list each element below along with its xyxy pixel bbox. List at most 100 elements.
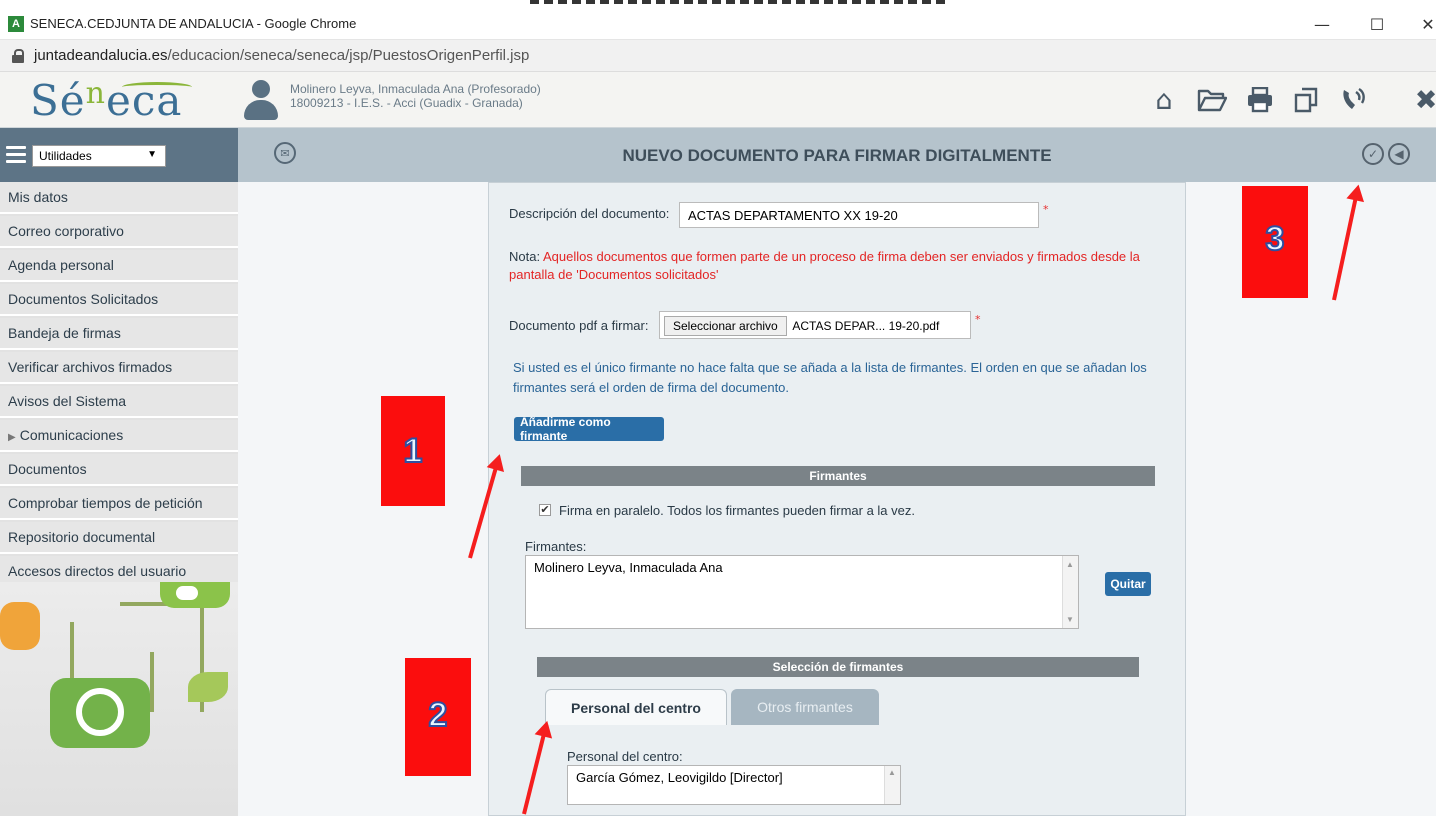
sidebar-item-avisos[interactable]: Avisos del Sistema xyxy=(0,386,238,418)
scrollbar[interactable]: ▲ xyxy=(884,766,900,804)
sidebar-item-agenda[interactable]: Agenda personal xyxy=(0,250,238,282)
page-toolbar: ✉ NUEVO DOCUMENTO PARA FIRMAR DIGITALMEN… xyxy=(238,128,1436,182)
sidebar-item-mis-datos[interactable]: Mis datos xyxy=(0,182,238,214)
parallel-checkbox[interactable]: ✔ xyxy=(539,504,551,516)
user-center: 18009213 - I.E.S. - Acci (Guadix - Grana… xyxy=(290,96,523,110)
home-icon[interactable]: ⌂ xyxy=(1148,84,1180,116)
phone-icon[interactable] xyxy=(1338,84,1370,116)
sidebar-item-tiempos[interactable]: Comprobar tiempos de petición xyxy=(0,488,238,520)
hamburger-menu-icon[interactable] xyxy=(6,146,26,164)
close-window-button[interactable]: ✕ xyxy=(1406,8,1436,40)
note-text: Nota: Aquellos documentos que formen par… xyxy=(509,248,1177,284)
sidebar-item-label: Correo corporativo xyxy=(8,223,124,239)
seneca-app-icon: A xyxy=(8,15,24,32)
address-bar[interactable]: juntadeandalucia.es/educacion/seneca/sen… xyxy=(0,40,1436,72)
remove-button[interactable]: Quitar xyxy=(1105,572,1151,596)
sidebar-item-label: Comprobar tiempos de petición xyxy=(8,495,203,511)
window-titlebar: A SENECA.CEDJUNTA DE ANDALUCIA - Google … xyxy=(0,8,1436,40)
note-body: Aquellos documentos que formen parte de … xyxy=(509,249,1140,282)
seneca-logo[interactable]: Séneca xyxy=(30,76,192,125)
lock-icon xyxy=(12,48,24,63)
logo-text-n: n xyxy=(85,76,106,111)
annotation-marker-3: 3 xyxy=(1242,186,1308,298)
url-text[interactable]: juntadeandalucia.es/educacion/seneca/sen… xyxy=(34,47,529,64)
print-icon[interactable] xyxy=(1244,84,1276,116)
description-label: Descripción del documento: xyxy=(509,206,670,221)
file-input[interactable]: Seleccionar archivo ACTAS DEPAR... 19-20… xyxy=(659,311,971,339)
copy-icon[interactable] xyxy=(1290,84,1322,116)
selection-section-header: Selección de firmantes xyxy=(537,657,1139,677)
logo-text-left: Sé xyxy=(30,76,86,125)
sidebar-item-label: Bandeja de firmas xyxy=(8,325,121,341)
file-name: ACTAS DEPAR... 19-20.pdf xyxy=(792,319,940,333)
sidebar-decoration xyxy=(0,582,238,816)
user-info: Molinero Leyva, Inmaculada Ana (Profesor… xyxy=(290,82,541,110)
marker-number: 2 xyxy=(428,695,449,735)
parallel-label: Firma en paralelo. Todos los firmantes p… xyxy=(559,503,915,518)
sidebar-item-comunicaciones[interactable]: ▶ Comunicaciones xyxy=(0,420,238,452)
folder-open-icon[interactable] xyxy=(1196,84,1228,116)
chevron-down-icon: ▼ xyxy=(147,149,157,160)
sidebar-item-label: Comunicaciones xyxy=(19,427,124,443)
sidebar-item-documentos-solicitados[interactable]: Documentos Solicitados xyxy=(0,284,238,316)
tab-otros-firmantes[interactable]: Otros firmantes xyxy=(731,689,879,725)
sidebar-item-bandeja-firmas[interactable]: Bandeja de firmas xyxy=(0,318,238,350)
page-title: NUEVO DOCUMENTO PARA FIRMAR DIGITALMENTE xyxy=(622,146,1052,165)
sidebar-item-verificar[interactable]: Verificar archivos firmados xyxy=(0,352,238,384)
select-file-button[interactable]: Seleccionar archivo xyxy=(664,316,787,336)
sidebar-item-documentos[interactable]: Documentos xyxy=(0,454,238,486)
email-at-icon xyxy=(50,678,150,748)
annotation-marker-1: 1 xyxy=(381,396,445,506)
scrollbar[interactable]: ▲ ▼ xyxy=(1062,556,1078,628)
signers-listbox[interactable]: Molinero Leyva, Inmaculada Ana ▲ ▼ xyxy=(525,555,1079,629)
user-avatar-icon xyxy=(242,80,278,120)
url-path: /educacion/seneca/seneca/jsp/PuestosOrig… xyxy=(167,47,530,64)
app-header: Séneca Molinero Leyva, Inmaculada Ana (P… xyxy=(0,72,1436,128)
required-mark: * xyxy=(1043,203,1049,216)
marker-number: 3 xyxy=(1265,219,1286,259)
tab-personal-centro[interactable]: Personal del centro xyxy=(545,689,727,725)
sidebar-item-correo[interactable]: Correo corporativo xyxy=(0,216,238,248)
marker-number: 1 xyxy=(403,431,424,471)
note-prefix: Nota: xyxy=(509,249,541,264)
minimize-button[interactable]: — xyxy=(1300,8,1344,40)
sidebar-item-label: Accesos directos del usuario xyxy=(8,563,187,579)
staff-item[interactable]: García Gómez, Leovigildo [Director] xyxy=(576,770,892,785)
description-input[interactable]: ACTAS DEPARTAMENTO XX 19-20 xyxy=(679,202,1039,228)
staff-listbox[interactable]: García Gómez, Leovigildo [Director] ▲ xyxy=(567,765,901,805)
sidebar-item-label: Documentos Solicitados xyxy=(8,291,159,307)
info-text: Si usted es el único firmante no hace fa… xyxy=(513,360,1147,395)
utilities-select[interactable]: Utilidades ▼ xyxy=(32,145,166,167)
expand-triangle-icon: ▶ xyxy=(8,432,16,443)
signers-label: Firmantes: xyxy=(525,539,587,554)
staff-label: Personal del centro: xyxy=(567,749,683,764)
url-host: juntadeandalucia.es xyxy=(34,47,168,64)
sidebar-header: Utilidades ▼ xyxy=(0,128,238,182)
annotation-marker-2: 2 xyxy=(405,658,471,776)
sidebar-item-label: Mis datos xyxy=(8,189,68,205)
logo-swoosh xyxy=(122,82,192,92)
utilities-select-value: Utilidades xyxy=(39,149,92,163)
signers-section-header: Firmantes xyxy=(521,466,1155,486)
pdf-label: Documento pdf a firmar: xyxy=(509,318,649,333)
document-form: Descripción del documento: ACTAS DEPARTA… xyxy=(488,182,1186,816)
sidebar-item-label: Verificar archivos firmados xyxy=(8,359,173,375)
screenshot-root: A SENECA.CEDJUNTA DE ANDALUCIA - Google … xyxy=(0,0,1436,816)
add-me-signer-button[interactable]: Añadirme como firmante xyxy=(514,415,664,443)
sidebar: Mis datos Correo corporativo Agenda pers… xyxy=(0,182,238,816)
rss-icon xyxy=(0,602,40,650)
user-name: Molinero Leyva, Inmaculada Ana (Profesor… xyxy=(290,82,541,96)
back-arrow-icon[interactable]: ◀ xyxy=(1388,143,1410,165)
accept-check-icon[interactable]: ✓ xyxy=(1362,143,1384,165)
required-mark-pdf: * xyxy=(975,313,981,326)
signer-item[interactable]: Molinero Leyva, Inmaculada Ana xyxy=(534,560,1070,575)
sidebar-item-label: Documentos xyxy=(8,461,87,477)
sidebar-item-label: Repositorio documental xyxy=(8,529,156,545)
window-title: SENECA.CEDJUNTA DE ANDALUCIA - Google Ch… xyxy=(30,16,357,31)
close-icon[interactable]: ✖ xyxy=(1410,84,1436,116)
sidebar-item-label: Avisos del Sistema xyxy=(8,393,127,409)
maximize-button[interactable]: ☐ xyxy=(1355,8,1399,40)
cropped-banner xyxy=(0,0,1436,8)
sidebar-item-label: Agenda personal xyxy=(8,257,114,273)
sidebar-item-repositorio[interactable]: Repositorio documental xyxy=(0,522,238,554)
